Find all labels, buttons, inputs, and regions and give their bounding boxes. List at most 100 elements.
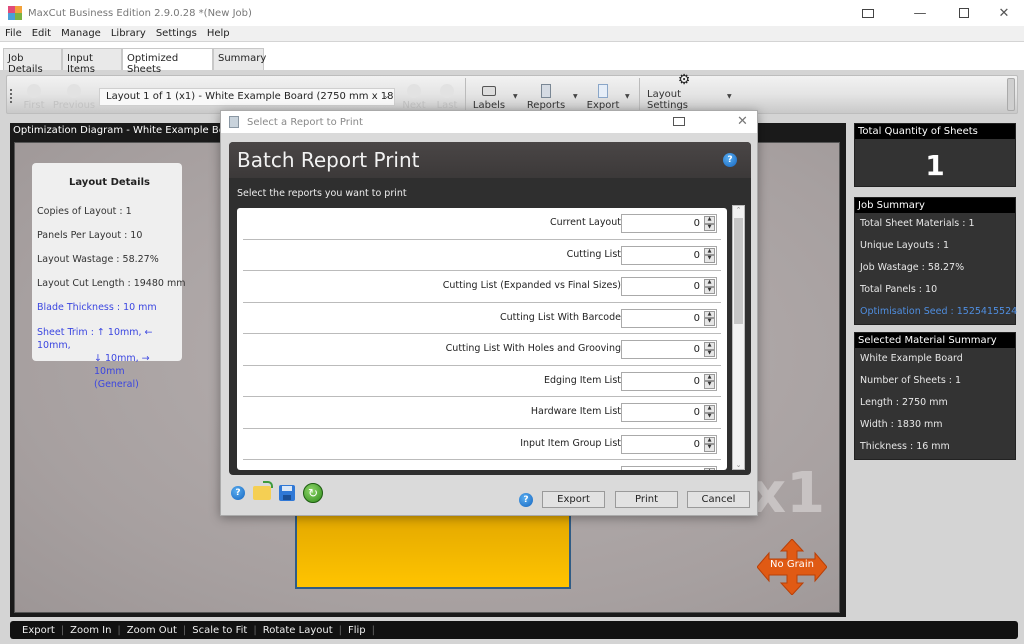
increment-icon[interactable]: ▲ xyxy=(704,310,715,318)
report-copies-stepper[interactable]: 0 ▲ ▼ xyxy=(621,434,717,454)
layout-settings-dropdown-arrow[interactable]: ▼ xyxy=(727,93,732,100)
report-copies-stepper[interactable]: 0 ▲ ▼ xyxy=(621,371,717,391)
next-button[interactable]: Next xyxy=(401,76,427,113)
last-button[interactable]: Last xyxy=(435,76,459,113)
diagram-actions-bar: Export | Zoom In | Zoom Out | Scale to Fit |… xyxy=(10,621,1018,639)
reports-dropdown-arrow[interactable]: ▼ xyxy=(573,93,578,100)
decrement-icon[interactable]: ▼ xyxy=(704,318,715,326)
help-icon[interactable]: ? xyxy=(723,153,737,167)
report-copies-stepper[interactable]: ▲▼ xyxy=(621,466,717,470)
first-button[interactable]: First xyxy=(19,76,49,113)
save-icon[interactable] xyxy=(279,485,295,501)
report-copies-stepper[interactable]: 0 ▲ ▼ xyxy=(621,214,717,233)
increment-icon[interactable]: ▲ xyxy=(704,436,715,444)
export-diagram-button[interactable]: Export xyxy=(22,625,55,636)
report-copies-value[interactable]: 0 xyxy=(694,281,700,292)
scroll-up-icon[interactable]: ⌃ xyxy=(733,206,744,214)
rotate-layout-button[interactable]: Rotate Layout xyxy=(263,625,333,636)
report-copies-value[interactable]: 0 xyxy=(694,218,700,229)
close-button[interactable]: ✕ xyxy=(984,0,1024,26)
tab-summary[interactable]: Summary xyxy=(213,48,266,70)
increment-icon[interactable]: ▲ xyxy=(704,216,715,224)
toolbar-grip[interactable] xyxy=(10,89,12,103)
report-copies-stepper[interactable]: 0 ▲ ▼ xyxy=(621,340,717,359)
menu-file[interactable]: File xyxy=(0,28,27,39)
previous-button[interactable]: Previous xyxy=(53,76,95,113)
report-copies-stepper[interactable]: 0 ▲ ▼ xyxy=(621,308,717,328)
report-copies-stepper[interactable]: 0 ▲ ▼ xyxy=(621,245,717,265)
scroll-down-icon[interactable]: ⌄ xyxy=(733,461,744,469)
dialog-close-button[interactable]: ✕ xyxy=(737,114,748,129)
next-icon xyxy=(407,84,421,98)
report-copies-value[interactable]: 0 xyxy=(694,344,700,355)
decrement-icon[interactable]: ▼ xyxy=(704,255,715,263)
dialog-snap-button[interactable] xyxy=(673,117,685,126)
zoom-in-button[interactable]: Zoom In xyxy=(70,625,111,636)
stepper-buttons: ▲▼ xyxy=(704,373,715,389)
cancel-button[interactable]: Cancel xyxy=(687,491,750,508)
export-dropdown-arrow[interactable]: ▼ xyxy=(625,93,630,100)
increment-icon[interactable]: ▲ xyxy=(704,279,715,287)
scrollbar-thumb[interactable] xyxy=(734,218,743,324)
increment-icon[interactable]: ▲ xyxy=(704,247,715,255)
number-of-sheets: Number of Sheets : 1 xyxy=(860,375,962,386)
decrement-icon[interactable]: ▼ xyxy=(704,412,715,420)
increment-icon[interactable]: ▲ xyxy=(704,373,715,381)
labels-button[interactable]: Labels xyxy=(471,76,507,113)
menu-manage[interactable]: Manage xyxy=(56,28,106,39)
export-toolbar-button[interactable]: Export xyxy=(585,76,621,113)
stepper-buttons: ▲▼ xyxy=(704,247,715,263)
sheet-trim-link[interactable]: Sheet Trim : ↑ 10mm, ← 10mm, ↓ 10mm, → 1… xyxy=(37,326,182,391)
report-copies-value[interactable]: 0 xyxy=(694,407,700,418)
report-copies-stepper[interactable]: 0 ▲ ▼ xyxy=(621,277,717,296)
no-grain-indicator[interactable]: No Grain xyxy=(756,538,828,596)
increment-icon[interactable]: ▲ xyxy=(704,468,715,470)
total-sheets-title: Total Quantity of Sheets xyxy=(855,124,1015,139)
report-copies-value[interactable]: 0 xyxy=(694,439,700,450)
tab-job-details[interactable]: Job Details xyxy=(3,48,62,75)
material-name: White Example Board xyxy=(860,353,963,364)
maximize-button[interactable] xyxy=(944,0,984,26)
labels-dropdown-arrow[interactable]: ▼ xyxy=(513,93,518,100)
decrement-icon[interactable]: ▼ xyxy=(704,286,715,294)
decrement-icon[interactable]: ▼ xyxy=(704,444,715,452)
report-copies-value[interactable]: 0 xyxy=(694,313,700,324)
menu-help[interactable]: Help xyxy=(202,28,235,39)
decrement-icon[interactable]: ▼ xyxy=(704,381,715,389)
decrement-icon[interactable]: ▼ xyxy=(704,223,715,231)
menu-edit[interactable]: Edit xyxy=(27,28,56,39)
report-copies-stepper[interactable]: 0 ▲ ▼ xyxy=(621,403,717,422)
scale-to-fit-button[interactable]: Scale to Fit xyxy=(192,625,247,636)
dialog-title-bar[interactable]: Select a Report to Print ✕ xyxy=(221,111,757,133)
menu-settings[interactable]: Settings xyxy=(151,28,202,39)
tab-input-items[interactable]: Input Items xyxy=(62,48,122,75)
blade-thickness-link[interactable]: Blade Thickness : 10 mm xyxy=(37,302,182,313)
report-label: Cutting List With Barcode xyxy=(500,311,621,323)
minimize-icon: — xyxy=(913,5,927,21)
report-copies-value[interactable]: 0 xyxy=(694,250,700,261)
increment-icon[interactable]: ▲ xyxy=(704,405,715,413)
snap-layout-button[interactable] xyxy=(848,0,888,26)
reports-button[interactable]: Reports xyxy=(525,76,567,113)
report-copies-value[interactable]: 0 xyxy=(694,376,700,387)
menu-library[interactable]: Library xyxy=(106,28,151,39)
increment-icon[interactable]: ▲ xyxy=(704,342,715,350)
export-button[interactable]: Export xyxy=(542,491,605,508)
help-icon[interactable]: ? xyxy=(519,493,533,507)
flip-button[interactable]: Flip xyxy=(348,625,366,636)
tab-optimized-sheets[interactable]: Optimized Sheets xyxy=(122,48,213,75)
previous-icon xyxy=(67,84,81,98)
zoom-out-button[interactable]: Zoom Out xyxy=(127,625,177,636)
toolbar-scrollbar[interactable] xyxy=(1007,78,1015,111)
decrement-icon[interactable]: ▼ xyxy=(704,349,715,357)
layout-settings-button[interactable]: ⚙ Layout Settings xyxy=(647,73,721,113)
optimisation-seed-link[interactable]: Optimisation Seed : 1525415524 xyxy=(855,301,1017,323)
print-button[interactable]: Print xyxy=(615,491,678,508)
help-icon[interactable]: ? xyxy=(231,486,245,500)
layout-select[interactable]: Layout 1 of 1 (x1) - White Example Board… xyxy=(99,88,395,106)
sheet-board[interactable] xyxy=(295,513,571,589)
refresh-icon[interactable]: ↻ xyxy=(303,483,323,503)
report-list-scrollbar[interactable]: ⌃ ⌄ xyxy=(732,205,745,470)
open-folder-icon[interactable] xyxy=(253,481,273,500)
minimize-button[interactable]: — xyxy=(900,0,940,26)
